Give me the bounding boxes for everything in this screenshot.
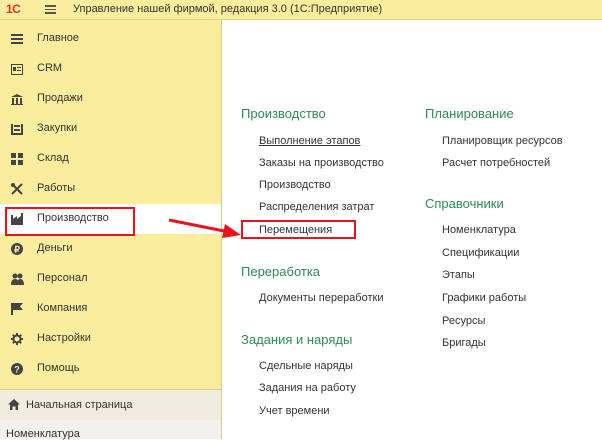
warehouse-grid-icon bbox=[10, 152, 24, 166]
sidebar-item-label: Настройки bbox=[37, 332, 91, 344]
link-time-tracking[interactable]: Учет времени bbox=[259, 405, 330, 417]
recent-item[interactable]: Номенклатура bbox=[0, 420, 221, 440]
svg-text:?: ? bbox=[14, 365, 20, 375]
home-page-label: Начальная страница bbox=[26, 399, 133, 411]
sidebar-item-label: Продажи bbox=[37, 92, 83, 104]
sidebar-item-purchases[interactable]: Закупки bbox=[0, 114, 221, 144]
window-title: Управление нашей фирмой, редакция 3.0 (1… bbox=[73, 3, 383, 15]
annotation-highlight-box bbox=[241, 220, 356, 239]
link-work-assignments[interactable]: Задания на работу bbox=[259, 382, 356, 394]
sidebar-item-label: Компания bbox=[37, 302, 88, 314]
sidebar-item-settings[interactable]: Настройки bbox=[0, 324, 221, 354]
coin-icon: ₽ bbox=[10, 242, 24, 256]
title-bar: 1С Управление нашей фирмой, редакция 3.0… bbox=[0, 0, 602, 20]
recent-item-label: Номенклатура bbox=[6, 428, 80, 440]
app-logo[interactable]: 1С bbox=[6, 2, 21, 16]
link-processing-documents[interactable]: Документы переработки bbox=[259, 292, 383, 304]
sidebar-item-crm[interactable]: CRM bbox=[0, 54, 221, 84]
sidebar-item-sales[interactable]: Продажи bbox=[0, 84, 221, 114]
group-title-tasks: Задания и наряды bbox=[241, 332, 353, 347]
link-cost-allocation[interactable]: Распределения затрат bbox=[259, 201, 374, 213]
sidebar-item-label: Помощь bbox=[37, 362, 80, 374]
flag-icon bbox=[10, 302, 24, 316]
sidebar-item-label: Деньги bbox=[37, 242, 73, 254]
cart-icon bbox=[10, 122, 24, 136]
sidebar-item-label: Закупки bbox=[37, 122, 78, 134]
link-specifications[interactable]: Спецификации bbox=[442, 247, 519, 259]
annotation-highlight-box bbox=[5, 207, 135, 236]
group-title-references: Справочники bbox=[425, 196, 504, 211]
link-resource-planner[interactable]: Планировщик ресурсов bbox=[442, 135, 563, 147]
link-stages[interactable]: Этапы bbox=[442, 269, 475, 281]
section-content: Производство Выполнение этапов Заказы на… bbox=[222, 20, 602, 439]
sidebar-item-label: Персонал bbox=[37, 272, 88, 284]
sidebar-item-main[interactable]: Главное bbox=[0, 24, 221, 54]
sidebar-item-label: CRM bbox=[37, 62, 63, 74]
home-icon bbox=[8, 399, 20, 413]
group-title-production: Производство bbox=[241, 106, 326, 121]
people-icon bbox=[10, 272, 24, 286]
sidebar-item-label: Склад bbox=[37, 152, 69, 164]
tools-icon bbox=[10, 182, 24, 196]
link-brigades[interactable]: Бригады bbox=[442, 337, 486, 349]
link-nomenclature[interactable]: Номенклатура bbox=[442, 224, 516, 236]
group-title-processing: Переработка bbox=[241, 264, 321, 279]
link-production[interactable]: Производство bbox=[259, 179, 331, 191]
link-stages-execution[interactable]: Выполнение этапов bbox=[259, 135, 360, 147]
help-icon: ? bbox=[10, 362, 24, 376]
link-needs-calculation[interactable]: Расчет потребностей bbox=[442, 157, 550, 169]
gear-icon bbox=[10, 332, 24, 346]
group-title-planning: Планирование bbox=[425, 106, 514, 121]
shop-icon bbox=[10, 92, 24, 106]
menu-lines-icon bbox=[10, 32, 24, 46]
sidebar-item-personnel[interactable]: Персонал bbox=[0, 264, 221, 294]
annotation-arrow bbox=[168, 218, 241, 238]
contact-card-icon bbox=[10, 62, 24, 76]
link-piecework-orders[interactable]: Сдельные наряды bbox=[259, 360, 353, 372]
link-production-orders[interactable]: Заказы на производство bbox=[259, 157, 384, 169]
link-work-schedules[interactable]: Графики работы bbox=[442, 292, 526, 304]
sidebar-item-label: Главное bbox=[37, 32, 80, 44]
link-resources[interactable]: Ресурсы bbox=[442, 315, 485, 327]
sidebar-item-label: Работы bbox=[37, 182, 76, 194]
sidebar-item-help[interactable]: ? Помощь bbox=[0, 354, 221, 384]
home-page-button[interactable]: Начальная страница bbox=[0, 390, 221, 420]
sidebar-item-warehouse[interactable]: Склад bbox=[0, 144, 221, 174]
sidebar-item-company[interactable]: Компания bbox=[0, 294, 221, 324]
main-menu-icon[interactable] bbox=[45, 5, 56, 14]
svg-text:₽: ₽ bbox=[14, 245, 20, 255]
